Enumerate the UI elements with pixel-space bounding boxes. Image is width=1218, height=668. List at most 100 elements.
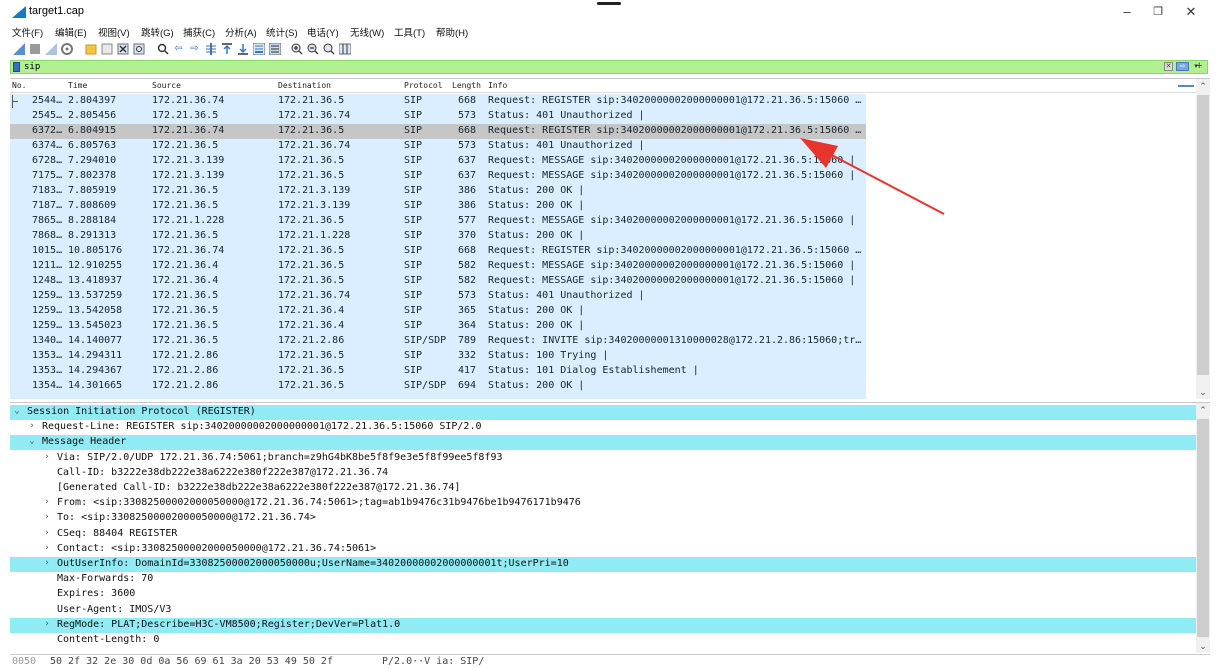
stop-capture-icon[interactable] xyxy=(28,42,41,55)
table-row[interactable]: 1259… 13.537259 172.21.36.5 172.21.36.74 SIP… xyxy=(10,289,866,304)
go-to-packet-icon[interactable] xyxy=(204,42,217,55)
expand-closed-icon[interactable]: › xyxy=(27,421,37,431)
expand-closed-icon[interactable]: › xyxy=(42,619,52,629)
bytes-ascii[interactable]: P/2.0··V ia: SIP/ xyxy=(382,656,484,667)
menu-capture[interactable]: 捕获(C) xyxy=(183,25,215,39)
reload-file-icon[interactable] xyxy=(132,42,145,55)
detail-line[interactable]: › OutUserInfo: DomainId=33082500002000050… xyxy=(10,557,1196,572)
detail-line[interactable]: › From: <sip:33082500002000050000@172.21.… xyxy=(10,496,1196,511)
start-capture-icon[interactable] xyxy=(12,42,25,55)
window-drag-handle[interactable] xyxy=(597,2,621,5)
detail-line[interactable]: › RegMode: PLAT;Describe=H3C-VM8500;Regis… xyxy=(10,617,1196,633)
normal-size-icon[interactable] xyxy=(322,42,335,55)
expand-closed-icon[interactable]: › xyxy=(42,497,52,507)
detail-line[interactable]: Expires: 3600 xyxy=(10,587,1196,602)
column-header-protocol[interactable]: Protocol xyxy=(404,81,443,90)
menu-go[interactable]: 跳转(G) xyxy=(141,25,174,39)
table-row[interactable]: 6728… 7.294010 172.21.3.139 172.21.36.5 SIP 6… xyxy=(10,154,866,169)
find-packet-icon[interactable] xyxy=(156,42,169,55)
expand-closed-icon[interactable]: › xyxy=(42,528,52,538)
detail-line[interactable]: Max-Forwards: 70 xyxy=(10,572,1196,587)
apply-filter-icon[interactable]: ⇨ xyxy=(1176,62,1189,71)
scroll-up-icon[interactable]: ⌃ xyxy=(1196,79,1210,93)
table-row[interactable]: 1211… 12.910255 172.21.36.4 172.21.36.5 SIP 5… xyxy=(10,259,866,274)
table-row[interactable]: 7183… 7.805919 172.21.36.5 172.21.3.139 SIP 3… xyxy=(10,184,866,199)
column-header-time[interactable]: Time xyxy=(68,81,87,90)
menu-view[interactable]: 视图(V) xyxy=(98,25,130,39)
expand-open-icon[interactable]: ⌄ xyxy=(27,436,37,446)
table-row[interactable]: 1015… 10.805176 172.21.36.74 172.21.36.5 SIP… xyxy=(10,244,866,259)
packet-list-scroll-thumb[interactable] xyxy=(1197,95,1209,375)
table-row[interactable]: 1259… 13.545023 172.21.36.5 172.21.36.4 SIP 3… xyxy=(10,319,866,334)
detail-line[interactable]: ⌄ Session Initiation Protocol (REGISTER) xyxy=(10,405,1196,420)
detail-line[interactable]: › Request-Line: REGISTER sip:340200000020… xyxy=(10,420,1196,435)
packet-list-scrollbar[interactable]: ⌃ ⌄ xyxy=(1196,79,1210,399)
save-file-icon[interactable] xyxy=(100,42,113,55)
scroll-down-icon[interactable]: ⌄ xyxy=(1196,385,1210,399)
menu-file[interactable]: 文件(F) xyxy=(12,25,43,39)
column-header-source[interactable]: Source xyxy=(152,81,181,90)
colorize-icon[interactable] xyxy=(268,42,281,55)
detail-line[interactable]: › CSeq: 88404 REGISTER xyxy=(10,527,1196,542)
open-file-icon[interactable] xyxy=(84,42,97,55)
column-header-info[interactable]: Info xyxy=(488,81,507,90)
table-row[interactable]: 1340… 14.140077 172.21.36.5 172.21.2.86 SIP/… xyxy=(10,334,866,349)
table-row[interactable]: 1353… 14.294367 172.21.2.86 172.21.36.5 SIP 4… xyxy=(10,364,866,379)
go-back-icon[interactable]: ⇦ xyxy=(172,42,185,55)
autoscroll-icon[interactable] xyxy=(252,42,265,55)
table-row[interactable]: 7868… 8.291313 172.21.36.5 172.21.1.228 SIP 3… xyxy=(10,229,866,244)
packet-details-scrollbar[interactable]: ⌃ ⌄ xyxy=(1196,403,1210,653)
table-row[interactable]: 7175… 7.802378 172.21.3.139 172.21.36.5 SIP 6… xyxy=(10,169,866,184)
detail-line[interactable]: Content-Length: 0 xyxy=(10,633,1196,648)
table-row[interactable]: 2544… 2.804397 172.21.36.74 172.21.36.5 SIP 6… xyxy=(10,94,866,109)
go-first-packet-icon[interactable] xyxy=(220,42,233,55)
table-row[interactable]: 1259… 13.542058 172.21.36.5 172.21.36.4 SIP 3… xyxy=(10,304,866,319)
table-row[interactable]: 6372… 6.804915 172.21.36.74 172.21.36.5 SIP 6… xyxy=(10,124,866,139)
detail-line[interactable]: [Generated Call-ID: b3222e38db222e38a622… xyxy=(10,481,1196,496)
table-row[interactable]: 2545… 2.805456 172.21.36.5 172.21.36.74 SIP 5… xyxy=(10,109,866,124)
bytes-hex[interactable]: 50 2f 32 2e 30 0d 0a 56 69 61 3a 20 53 4… xyxy=(50,656,333,667)
detail-line[interactable]: ⌄ Message Header xyxy=(10,435,1196,451)
menu-tools[interactable]: 工具(T) xyxy=(394,25,425,39)
table-row[interactable]: 7865… 8.288184 172.21.1.228 172.21.36.5 SIP 5… xyxy=(10,214,866,229)
table-row[interactable]: 1248… 13.418937 172.21.36.4 172.21.36.5 SIP 5… xyxy=(10,274,866,289)
table-row[interactable]: 7187… 7.808609 172.21.36.5 172.21.3.139 SIP 3… xyxy=(10,199,866,214)
expand-closed-icon[interactable]: › xyxy=(42,543,52,553)
table-row[interactable]: 6374… 6.805763 172.21.36.5 172.21.36.74 SIP 5… xyxy=(10,139,866,154)
detail-line[interactable]: › Contact: <sip:33082500002000050000@172.… xyxy=(10,542,1196,557)
table-row[interactable]: 1354… 14.301665 172.21.2.86 172.21.36.5 SIP/… xyxy=(10,379,866,394)
column-header-destination[interactable]: Destination xyxy=(278,81,331,90)
details-scroll-down-icon[interactable]: ⌄ xyxy=(1196,639,1210,653)
menu-statistics[interactable]: 统计(S) xyxy=(266,25,298,39)
restart-capture-icon[interactable] xyxy=(44,42,57,55)
column-header-no[interactable]: No. xyxy=(12,81,26,90)
column-header-length[interactable]: Length xyxy=(452,81,481,90)
table-row[interactable]: 1353… 14.294311 172.21.2.86 172.21.36.5 SIP 3… xyxy=(10,349,866,364)
filter-bookmark-icon[interactable] xyxy=(13,62,20,72)
close-file-icon[interactable] xyxy=(116,42,129,55)
menu-help[interactable]: 帮助(H) xyxy=(436,25,468,39)
menu-telephony[interactable]: 电话(Y) xyxy=(307,25,339,39)
close-button[interactable]: ✕ xyxy=(1176,3,1206,21)
minimize-button[interactable]: – xyxy=(1112,3,1142,21)
go-forward-icon[interactable]: ⇨ xyxy=(188,42,201,55)
packet-details-scroll-thumb[interactable] xyxy=(1197,419,1209,637)
menu-wireless[interactable]: 无线(W) xyxy=(350,25,384,39)
restore-button[interactable]: ❐ xyxy=(1143,3,1173,21)
add-filter-button-icon[interactable]: + xyxy=(1196,60,1202,72)
go-last-packet-icon[interactable] xyxy=(236,42,249,55)
clear-filter-icon[interactable]: ✕ xyxy=(1164,62,1173,71)
expand-closed-icon[interactable]: › xyxy=(42,558,52,568)
resize-columns-icon[interactable] xyxy=(338,42,351,55)
details-scroll-up-icon[interactable]: ⌃ xyxy=(1196,403,1210,417)
expand-open-icon[interactable]: ⌄ xyxy=(12,406,22,416)
display-filter-input[interactable] xyxy=(24,61,1154,73)
detail-line[interactable]: User-Agent: IMOS/V3 xyxy=(10,603,1196,618)
menu-analyze[interactable]: 分析(A) xyxy=(225,25,257,39)
detail-line[interactable]: Call-ID: b3222e38db222e38a6222e380f222e3… xyxy=(10,466,1196,481)
menu-edit[interactable]: 编辑(E) xyxy=(55,25,87,39)
zoom-in-icon[interactable] xyxy=(290,42,303,55)
detail-line[interactable]: › Via: SIP/2.0/UDP 172.21.36.74:5061;bran… xyxy=(10,451,1196,466)
expand-closed-icon[interactable]: › xyxy=(42,452,52,462)
zoom-out-icon[interactable] xyxy=(306,42,319,55)
